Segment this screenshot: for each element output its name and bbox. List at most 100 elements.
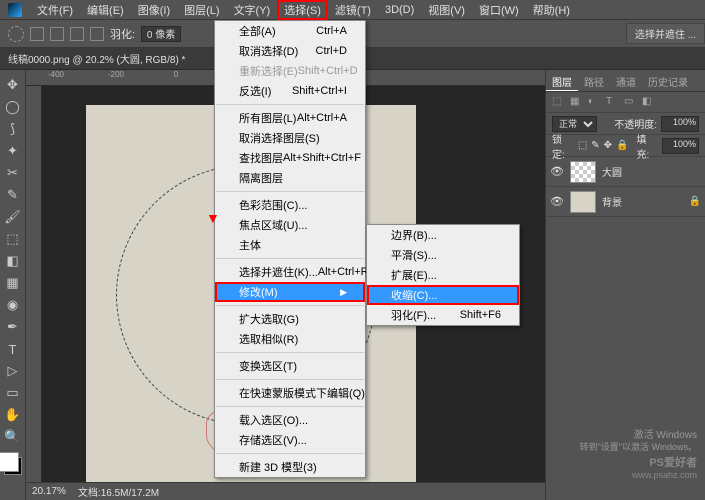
selection-mode-int[interactable]	[90, 27, 104, 41]
menu-item[interactable]: 新建 3D 模型(3)	[215, 457, 365, 477]
filter-type-icon[interactable]: T	[606, 96, 618, 108]
filter-smart-icon[interactable]: ◧	[642, 96, 654, 108]
menu-item[interactable]: 扩大选取(G)	[215, 309, 365, 329]
marquee-tool-icon[interactable]: ◯	[2, 97, 24, 117]
lock-label: 锁定:	[552, 131, 574, 161]
layer-row[interactable]: 👁 大圆	[546, 157, 705, 187]
menu-item[interactable]: 选取相似(R)	[215, 329, 365, 349]
menu-item[interactable]: 焦点区域(U)...	[215, 215, 365, 235]
layer-thumbnail[interactable]	[570, 161, 596, 183]
select-and-mask-button[interactable]: 选择并遮住 ...	[626, 23, 705, 44]
menu-text[interactable]: 文字(Y)	[227, 0, 278, 20]
move-tool-icon[interactable]: ✥	[2, 75, 24, 95]
menu-item[interactable]: 所有图层(L)Alt+Ctrl+A	[215, 108, 365, 128]
color-swatch[interactable]	[2, 456, 24, 476]
menu-item[interactable]: 选择并遮住(K)...Alt+Ctrl+R	[215, 262, 365, 282]
doc-size: 文档:16.5M/17.2M	[78, 484, 159, 499]
opacity-label: 不透明度:	[614, 116, 657, 131]
filter-adjust-icon[interactable]: ◐	[588, 96, 600, 108]
panel-tabs: 图层 路径 通道 历史记录	[546, 70, 705, 92]
menubar: 文件(F) 编辑(E) 图像(I) 图层(L) 文字(Y) 选择(S) 滤镜(T…	[0, 0, 705, 20]
menu-item[interactable]: 存储选区(V)...	[215, 430, 365, 450]
lock-pixel-icon[interactable]: ✎	[591, 140, 599, 151]
annotation-arrow: ▼	[206, 210, 220, 226]
pen-tool-icon[interactable]: ✒	[2, 317, 24, 337]
menu-image[interactable]: 图像(I)	[131, 0, 177, 20]
menu-item[interactable]: 收缩(C)...	[367, 285, 519, 305]
selection-tool-icon[interactable]	[8, 26, 24, 42]
menu-edit[interactable]: 编辑(E)	[80, 0, 131, 20]
layer-row[interactable]: 👁 背景 🔒	[546, 187, 705, 217]
menu-item[interactable]: 色彩范围(C)...	[215, 195, 365, 215]
zoom-tool-icon[interactable]: 🔍	[2, 427, 24, 447]
menu-item[interactable]: 取消选择(D)Ctrl+D	[215, 41, 365, 61]
lasso-tool-icon[interactable]: ⟆	[2, 119, 24, 139]
fill-label: 填充:	[637, 131, 659, 161]
tools-panel: ✥ ◯ ⟆ ✦ ✂ ✎ 🖌 ⬚ ◧ ▦ ◉ ✒ T ▷ ▭ ✋ 🔍	[0, 70, 26, 500]
selection-mode-new[interactable]	[30, 27, 44, 41]
wand-tool-icon[interactable]: ✦	[2, 141, 24, 161]
brush-tool-icon[interactable]: 🖌	[2, 207, 24, 227]
feather-input[interactable]	[141, 26, 181, 42]
menu-file[interactable]: 文件(F)	[30, 0, 80, 20]
visibility-icon[interactable]: 👁	[550, 165, 564, 178]
opacity-value[interactable]: 100%	[661, 116, 699, 132]
menu-item[interactable]: 隔离图层	[215, 168, 365, 188]
menu-filter[interactable]: 滤镜(T)	[328, 0, 378, 20]
menu-help[interactable]: 帮助(H)	[526, 0, 577, 20]
menu-window[interactable]: 窗口(W)	[472, 0, 526, 20]
eyedropper-tool-icon[interactable]: ✎	[2, 185, 24, 205]
menu-item[interactable]: 全部(A)Ctrl+A	[215, 21, 365, 41]
status-bar: 20.17% 文档:16.5M/17.2M	[26, 482, 545, 500]
menu-item[interactable]: 边界(B)...	[367, 225, 519, 245]
menu-view[interactable]: 视图(V)	[421, 0, 472, 20]
menu-item[interactable]: 反选(I)Shift+Ctrl+I	[215, 81, 365, 101]
layer-thumbnail[interactable]	[570, 191, 596, 213]
menu-item[interactable]: 重新选择(E)Shift+Ctrl+D	[215, 61, 365, 81]
menu-item[interactable]: 在快速蒙版模式下编辑(Q)	[215, 383, 365, 403]
blur-tool-icon[interactable]: ◉	[2, 295, 24, 315]
zoom-level[interactable]: 20.17%	[32, 486, 66, 497]
filter-pixel-icon[interactable]: ▦	[570, 96, 582, 108]
fill-value[interactable]: 100%	[662, 138, 699, 154]
menu-item[interactable]: 修改(M)▶	[215, 282, 365, 302]
tab-layers[interactable]: 图层	[546, 70, 578, 91]
filter-kind-icon[interactable]: ⬚	[552, 96, 564, 108]
menu-item[interactable]: 平滑(S)...	[367, 245, 519, 265]
lock-icon[interactable]: ⬚	[578, 140, 587, 151]
gradient-tool-icon[interactable]: ▦	[2, 273, 24, 293]
menu-layer[interactable]: 图层(L)	[177, 0, 226, 20]
path-tool-icon[interactable]: ▷	[2, 361, 24, 381]
menu-item[interactable]: 变换选区(T)	[215, 356, 365, 376]
select-dropdown: 全部(A)Ctrl+A取消选择(D)Ctrl+D重新选择(E)Shift+Ctr…	[214, 20, 366, 478]
ruler-vertical	[26, 86, 42, 500]
tab-channels[interactable]: 通道	[610, 70, 642, 91]
filter-shape-icon[interactable]: ▭	[624, 96, 636, 108]
tab-paths[interactable]: 路径	[578, 70, 610, 91]
menu-item[interactable]: 扩展(E)...	[367, 265, 519, 285]
tab-history[interactable]: 历史记录	[642, 70, 694, 91]
menu-select[interactable]: 选择(S)	[277, 0, 328, 20]
shape-tool-icon[interactable]: ▭	[2, 383, 24, 403]
layer-name[interactable]: 大圆	[602, 164, 622, 179]
menu-item[interactable]: 取消选择图层(S)	[215, 128, 365, 148]
windows-watermark: 激活 Windows 转到"设置"以激活 Windows。	[580, 429, 697, 454]
visibility-icon[interactable]: 👁	[550, 195, 564, 208]
modify-submenu: 边界(B)...平滑(S)...扩展(E)...收缩(C)...羽化(F)...…	[366, 224, 520, 326]
hand-tool-icon[interactable]: ✋	[2, 405, 24, 425]
eraser-tool-icon[interactable]: ◧	[2, 251, 24, 271]
selection-mode-sub[interactable]	[70, 27, 84, 41]
menu-item[interactable]: 主体	[215, 235, 365, 255]
blend-mode-select[interactable]: 正常	[552, 116, 597, 132]
selection-mode-add[interactable]	[50, 27, 64, 41]
stamp-tool-icon[interactable]: ⬚	[2, 229, 24, 249]
lock-all-icon[interactable]: 🔒	[616, 140, 628, 151]
menu-item[interactable]: 载入选区(O)...	[215, 410, 365, 430]
menu-item[interactable]: 羽化(F)...Shift+F6	[367, 305, 519, 325]
menu-3d[interactable]: 3D(D)	[378, 2, 421, 18]
crop-tool-icon[interactable]: ✂	[2, 163, 24, 183]
lock-pos-icon[interactable]: ✥	[604, 140, 612, 151]
menu-item[interactable]: 查找图层Alt+Shift+Ctrl+F	[215, 148, 365, 168]
layer-name[interactable]: 背景	[602, 194, 622, 209]
type-tool-icon[interactable]: T	[2, 339, 24, 359]
